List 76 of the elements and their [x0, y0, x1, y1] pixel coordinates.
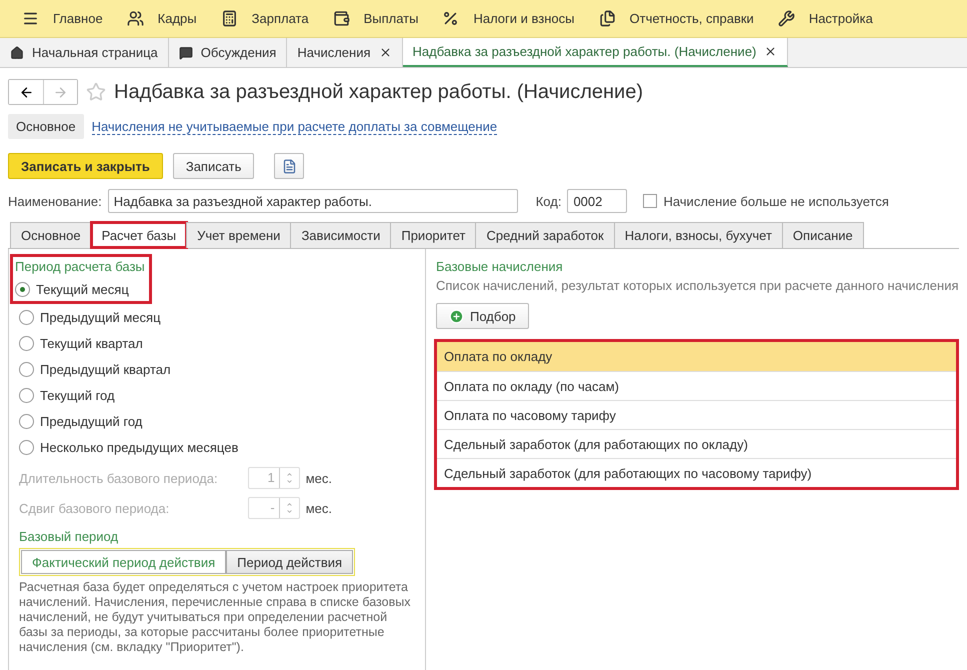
toggle-option[interactable]: Период действия	[226, 550, 354, 574]
checkbox[interactable]	[643, 194, 658, 208]
radio-button[interactable]	[19, 414, 34, 428]
section-heading: Базовый период	[19, 529, 120, 544]
radio-option[interactable]: Текущий месяц	[15, 279, 145, 299]
code-field[interactable]: 0002	[567, 189, 628, 213]
form-tab[interactable]: Учет времени	[186, 222, 292, 248]
field-label: Длительность базового периода:	[19, 470, 218, 486]
form-tab[interactable]: Зависимости	[290, 222, 392, 248]
form-tab[interactable]: Средний заработок	[475, 222, 615, 248]
menu-item[interactable]: Настройка	[766, 10, 885, 27]
radio-button[interactable]	[19, 440, 34, 454]
form-tab[interactable]: Налоги, взносы, бухучет	[614, 222, 783, 248]
code-label: Код:	[536, 194, 562, 208]
calculator-icon	[220, 10, 238, 27]
table-row[interactable]: Оплата по окладу	[437, 342, 956, 371]
open-tab[interactable]: Надбавка за разъездной характер работы. (Начисление)	[402, 38, 788, 67]
percent-icon	[442, 10, 460, 27]
field-label: Сдвиг базового периода:	[19, 500, 170, 516]
plus-icon	[449, 308, 464, 324]
unit-label: мес.	[306, 470, 332, 486]
checkbox-label: Начисление больше не используется	[663, 194, 889, 208]
radio-button[interactable]	[19, 388, 34, 402]
save-and-close-button[interactable]: Записать и закрыть	[8, 153, 163, 179]
people-icon	[126, 10, 144, 27]
right-arrow-icon	[53, 84, 68, 100]
radio-option[interactable]: Несколько предыдущих месяцев	[19, 437, 415, 457]
radio-option[interactable]: Текущий квартал	[19, 333, 415, 353]
radio-button[interactable]	[19, 336, 34, 350]
radio-option[interactable]: Предыдущий месяц	[19, 307, 415, 327]
radio-option[interactable]: Предыдущий квартал	[19, 359, 415, 379]
form-tab[interactable]: Расчет базы	[90, 222, 188, 248]
tab-label: Начальная страница	[32, 45, 158, 60]
menu-item[interactable]: Кадры	[114, 10, 209, 27]
toggle-option[interactable]: Фактический период действия	[21, 550, 226, 574]
document-icon	[282, 158, 297, 174]
wrench-icon	[778, 10, 795, 27]
home-icon	[10, 46, 24, 60]
form-tab[interactable]: Основное	[10, 222, 92, 248]
radio-button[interactable]	[19, 362, 34, 376]
close-icon[interactable]	[764, 45, 778, 58]
menu-icon	[22, 10, 39, 27]
tab-label: Начисления	[297, 45, 371, 60]
pick-button[interactable]: Подбор	[436, 303, 529, 329]
unit-label: мес.	[306, 500, 332, 516]
form-tab[interactable]: Описание	[782, 222, 864, 248]
menu-item[interactable]: Зарплата	[208, 10, 321, 27]
form-title: Надбавка за разъездной характер работы. (Начисление)	[114, 80, 643, 104]
menu-item[interactable]: Отчетность, справки	[586, 10, 766, 27]
nav-link[interactable]: Начисления не учитываемые при расчете доплаты за совмещение	[92, 118, 498, 134]
menu-item[interactable]: Налоги и взносы	[430, 10, 586, 27]
tab-label: Надбавка за разъездной характер работы. (Начисление)	[412, 44, 756, 59]
documents-icon	[598, 10, 616, 27]
menu-item[interactable]: Главное	[10, 10, 115, 27]
wallet-icon	[332, 10, 350, 27]
close-icon[interactable]	[378, 46, 392, 59]
menu-item[interactable]: Выплаты	[320, 10, 430, 27]
form-tab[interactable]: Приоритет	[390, 222, 476, 248]
radio-button[interactable]	[19, 310, 34, 324]
speech-bubble-icon	[178, 46, 193, 60]
radio-option[interactable]: Текущий год	[19, 385, 415, 405]
nav-link[interactable]: Основное	[8, 114, 84, 139]
name-label: Наименование:	[8, 194, 102, 208]
section-heading: Период расчета базы	[15, 259, 145, 274]
name-field[interactable]: Надбавка за разъездной характер работы.	[108, 189, 518, 213]
open-tab[interactable]: Начальная страница	[0, 38, 169, 67]
save-button[interactable]: Записать	[172, 153, 254, 179]
open-tab[interactable]: Обсуждения	[168, 38, 288, 67]
star-icon[interactable]	[86, 82, 106, 102]
list-button[interactable]	[274, 153, 304, 179]
description-text: Расчетная база будет определяться с учетом настроек приоритета начислений. Начисления, перечисленные справа в списке базовых начислений, не будут учитываться при определении расчетной базы за периоды, за которые рассчитаны более приоритетные начисления (см. вкладку "Приоритет").	[19, 580, 412, 655]
tab-label: Обсуждения	[200, 45, 276, 60]
radio-button[interactable]	[15, 282, 30, 296]
section-heading: Базовые начисления	[436, 259, 564, 274]
section-subtitle: Список начислений, результат которых используется при расчете данного начисления	[436, 278, 959, 293]
radio-option[interactable]: Предыдущий год	[19, 411, 415, 431]
